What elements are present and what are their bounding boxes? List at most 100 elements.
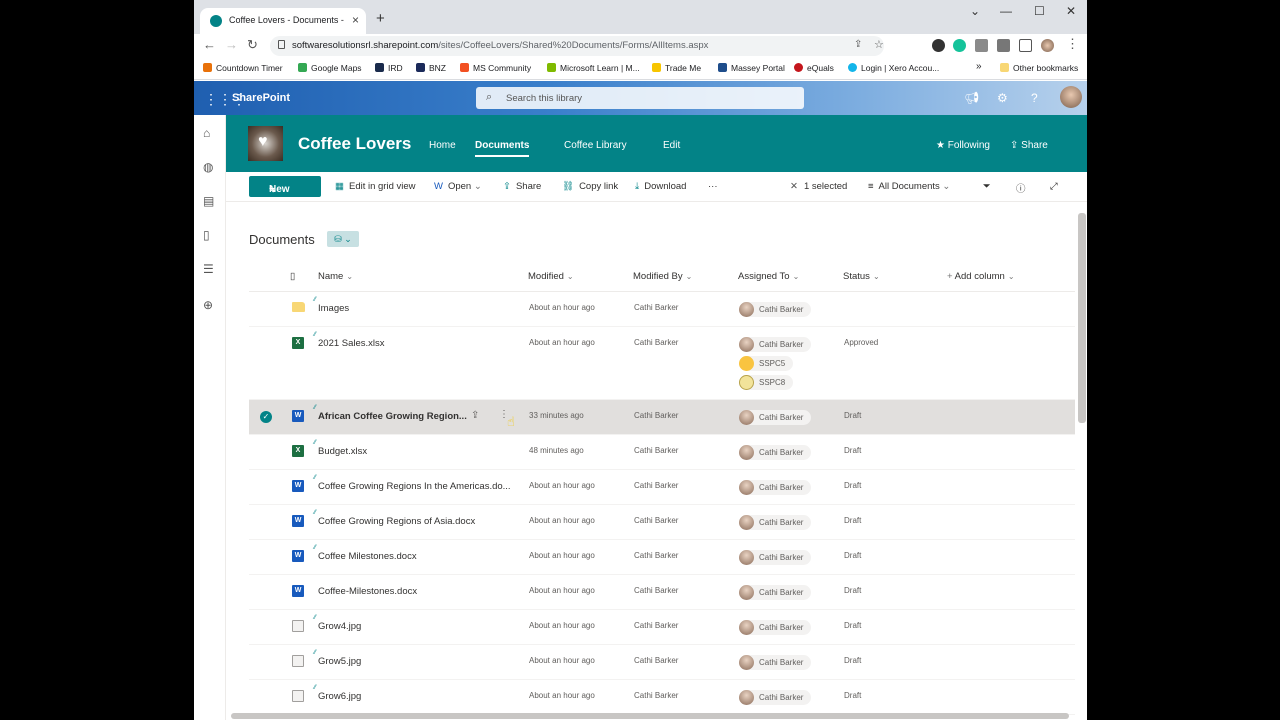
browser-menu-icon[interactable]: ⋮ [1066,36,1079,52]
nav-documents[interactable]: Documents [475,140,530,157]
nav-coffee-library[interactable]: Coffee Library [564,140,627,151]
bookmark-star-icon[interactable]: ☆ [874,38,884,51]
view-switcher[interactable]: ≡ All Documents ⌄ [868,181,950,192]
edit-grid-view-button[interactable]: ▦ Edit in grid view [335,181,416,192]
file-name[interactable]: Coffee Growing Regions In the Americas.d… [318,481,511,492]
tab-search-icon[interactable]: ⌄ [970,4,980,18]
assigned-persona[interactable]: Cathi Barker [739,585,812,600]
share-icon[interactable]: ⇪ [471,410,479,421]
assigned-persona[interactable]: Cathi Barker [739,445,812,460]
table-row[interactable]: X ⁄⁄ 2021 Sales.xlsx About an hour ago C… [249,327,1075,400]
assigned-persona[interactable]: Cathi Barker [739,410,812,425]
share-page-icon[interactable]: ⇪ [854,39,862,50]
table-row[interactable]: X ⁄⁄ Budget.xlsx 48 minutes ago Cathi Ba… [249,435,1075,470]
assigned-persona[interactable]: SSPC5 [739,356,794,371]
modified-by-value[interactable]: Cathi Barker [634,621,678,630]
add-column-button[interactable]: + Add column ⌄ [947,271,1015,282]
reload-icon[interactable]: ↻ [247,37,258,53]
modified-by-value[interactable]: Cathi Barker [634,586,678,595]
table-row[interactable]: ⁄⁄ Grow4.jpg About an hour ago Cathi Bar… [249,610,1075,645]
vertical-scrollbar[interactable] [1078,213,1086,423]
modified-by-value[interactable]: Cathi Barker [634,691,678,700]
browser-tab[interactable]: Coffee Lovers - Documents - All × [200,8,366,34]
back-icon[interactable]: ← [203,37,216,52]
modified-by-value[interactable]: Cathi Barker [634,338,678,347]
new-button[interactable]: + New ⌄ [249,176,321,197]
news-icon[interactable]: ▤ [203,194,214,208]
minimize-button[interactable]: — [1000,4,1012,18]
table-row-selected[interactable]: ✓ W ⁄⁄ African Coffee Growing Region... … [249,400,1075,435]
modified-by-value[interactable]: Cathi Barker [634,551,678,560]
forward-icon[interactable]: → [225,37,238,52]
close-tab-icon[interactable]: × [352,13,359,27]
column-status[interactable]: Status ⌄ [843,271,880,282]
following-button[interactable]: ★ Following [936,140,990,151]
file-type-column-icon[interactable]: ▯ [290,271,295,282]
file-name[interactable]: Coffee Growing Regions of Asia.docx [318,516,475,527]
file-name[interactable]: Grow4.jpg [318,621,361,632]
assigned-persona[interactable]: Cathi Barker [739,655,812,670]
bookmark-item[interactable]: Trade Me [652,63,701,73]
assigned-persona[interactable]: SSPC8 [739,375,794,390]
puzzle-extensions-icon[interactable] [1019,39,1032,52]
modified-by-value[interactable]: Cathi Barker [634,411,678,420]
assigned-persona[interactable]: Cathi Barker [739,337,812,352]
site-logo[interactable]: ♥ [248,126,283,161]
extension-icon[interactable] [932,39,945,52]
table-row[interactable]: W ⁄⁄ Coffee Growing Regions of Asia.docx… [249,505,1075,540]
close-window-button[interactable]: ✕ [1066,4,1076,18]
nav-home[interactable]: Home [429,140,456,151]
table-row[interactable]: ⁄⁄ Grow5.jpg About an hour ago Cathi Bar… [249,645,1075,680]
table-row[interactable]: W Coffee-Milestones.docx About an hour a… [249,575,1075,610]
info-icon[interactable]: ⓘ [1016,181,1026,195]
modified-by-value[interactable]: Cathi Barker [634,446,678,455]
column-modified[interactable]: Modified ⌄ [528,271,574,282]
megaphone-icon[interactable]: 📢︎ [964,91,979,105]
sharepoint-app-name[interactable]: SharePoint [232,92,290,104]
download-button[interactable]: ⤓ Download [635,181,686,192]
search-box[interactable]: ⌕ Search this library [476,87,804,109]
file-name[interactable]: Coffee-Milestones.docx [318,586,417,597]
grammarly-icon[interactable] [953,39,966,52]
row-selected-check-icon[interactable]: ✓ [260,411,272,423]
maximize-button[interactable]: ☐ [1034,4,1045,18]
home-icon[interactable]: ⌂ [203,126,210,140]
modified-by-value[interactable]: Cathi Barker [634,516,678,525]
create-icon[interactable]: ⊕ [203,298,213,312]
table-row[interactable]: W ⁄⁄ Coffee Milestones.docx About an hou… [249,540,1075,575]
share-button[interactable]: ⇪ Share [503,181,541,192]
bookmark-item[interactable]: eQuals [794,63,834,73]
assigned-persona[interactable]: Cathi Barker [739,302,812,317]
bookmark-item[interactable]: Login | Xero Accou... [848,63,939,73]
horizontal-scrollbar[interactable] [231,713,1069,719]
modified-by-value[interactable]: Cathi Barker [634,656,678,665]
share-site-button[interactable]: ⇪ Share [1010,140,1048,151]
bookmark-item[interactable]: IRD [375,63,403,73]
assigned-persona[interactable]: Cathi Barker [739,515,812,530]
other-bookmarks[interactable]: Other bookmarks [1000,63,1078,73]
help-icon[interactable]: ? [1031,91,1038,105]
profile-avatar[interactable] [1041,39,1054,52]
file-name[interactable]: Grow6.jpg [318,691,361,702]
column-name[interactable]: Name ⌄ [318,271,353,282]
bookmark-item[interactable]: Google Maps [298,63,362,73]
assigned-persona[interactable]: Cathi Barker [739,480,812,495]
modified-by-value[interactable]: Cathi Barker [634,481,678,490]
file-name[interactable]: African Coffee Growing Region... [318,411,467,422]
copy-link-button[interactable]: ⛓︎ Copy link [562,181,618,192]
file-name[interactable]: Images [318,303,349,314]
selection-count-button[interactable]: ✕ 1 selected [790,181,847,192]
user-avatar[interactable] [1060,86,1082,108]
file-name[interactable]: 2021 Sales.xlsx [318,338,385,349]
assigned-persona[interactable]: Cathi Barker [739,620,812,635]
file-name[interactable]: Budget.xlsx [318,446,367,457]
column-assigned-to[interactable]: Assigned To ⌄ [738,271,799,282]
bookmarks-overflow-icon[interactable]: » [976,61,982,72]
more-commands-button[interactable]: ··· [708,181,718,192]
new-tab-button[interactable]: + [376,10,385,27]
column-modified-by[interactable]: Modified By ⌄ [633,271,692,282]
file-name[interactable]: Grow5.jpg [318,656,361,667]
assigned-persona[interactable]: Cathi Barker [739,550,812,565]
table-row[interactable]: ⁄⁄ Images About an hour ago Cathi Barker… [249,292,1075,327]
bookmark-item[interactable]: Massey Portal [718,63,785,73]
